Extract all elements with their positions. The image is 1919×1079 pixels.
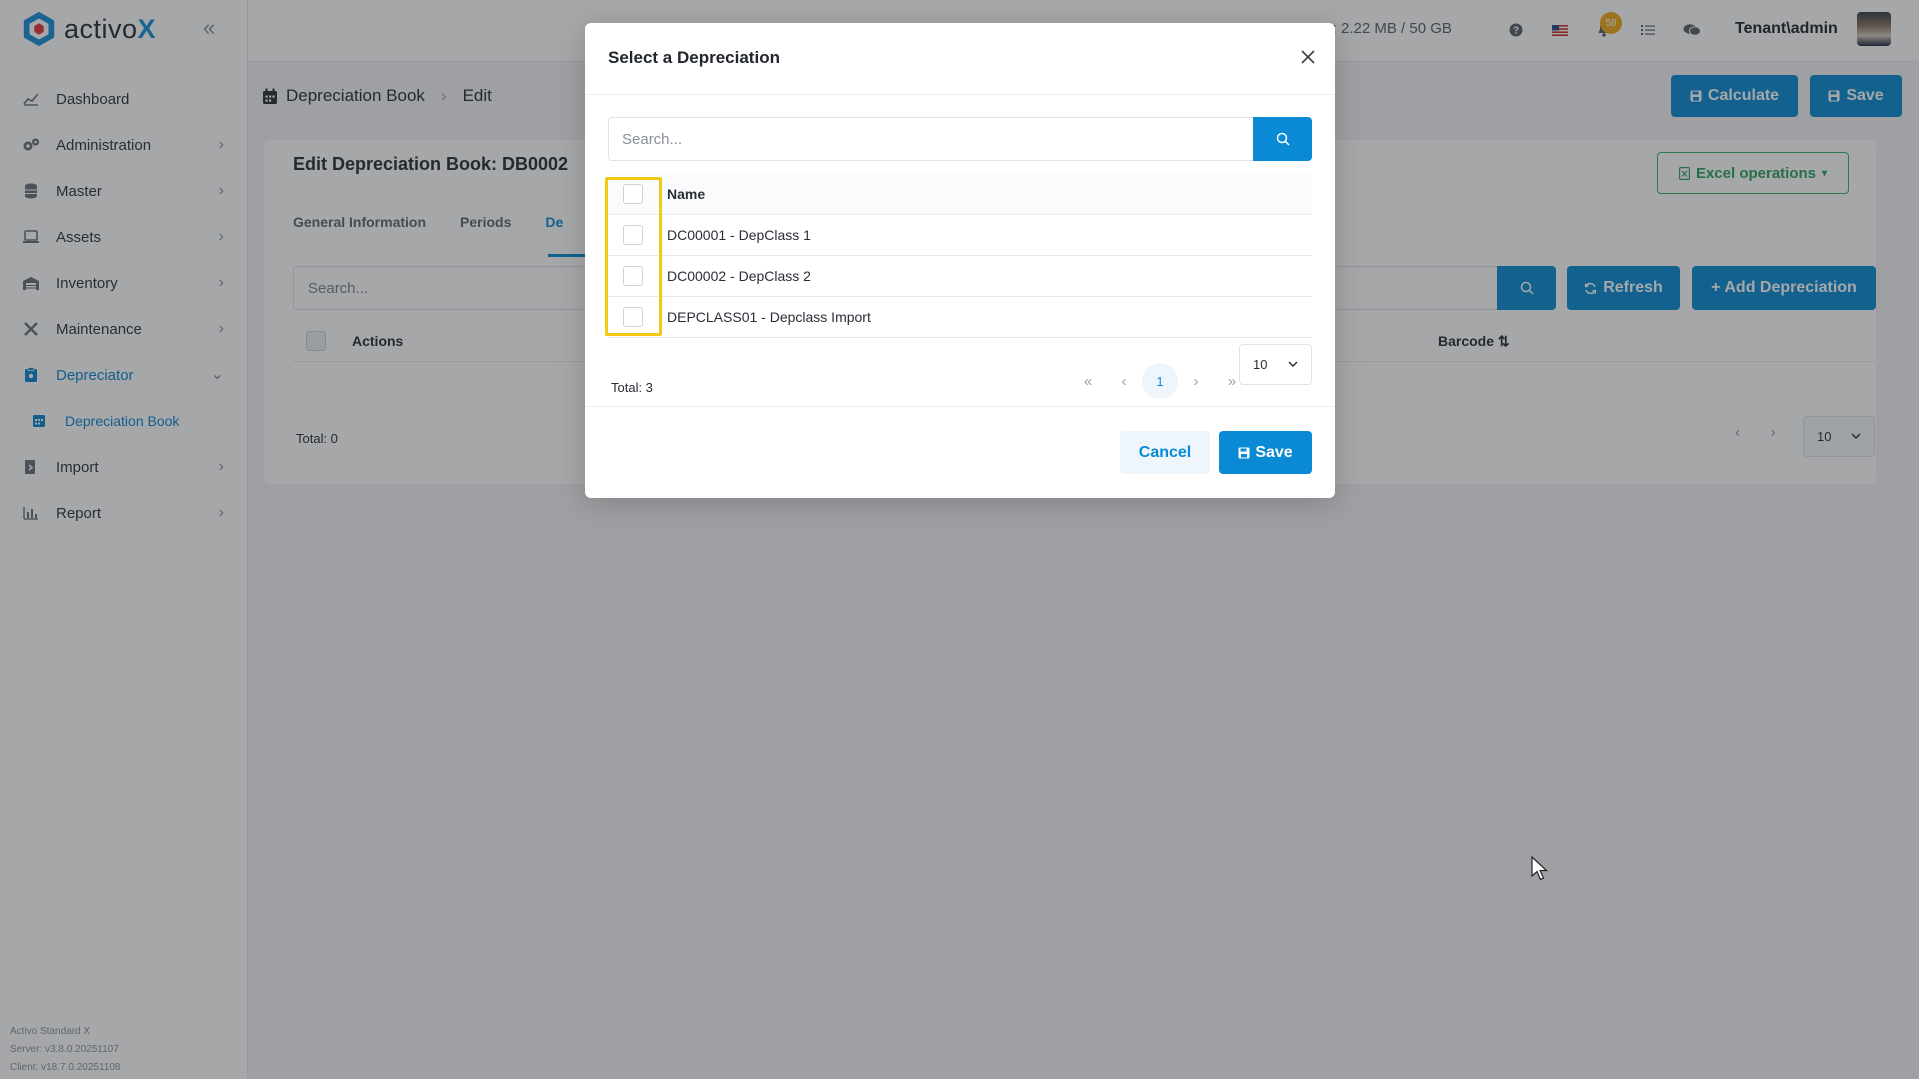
modal-pagination: « ‹ 1 › » <box>1070 363 1250 399</box>
depreciation-table: Name DC00001 - DepClass 1 DC00002 - DepC… <box>608 174 1312 338</box>
table-row[interactable]: DEPCLASS01 - Depclass Import <box>608 297 1312 338</box>
cancel-button[interactable]: Cancel <box>1120 431 1210 474</box>
modal-save-button[interactable]: Save <box>1219 431 1312 474</box>
modal-save-label: Save <box>1255 443 1293 461</box>
row-name: DEPCLASS01 - Depclass Import <box>667 309 871 325</box>
modal-title: Select a Depreciation <box>608 48 780 67</box>
table-row[interactable]: DC00002 - DepClass 2 <box>608 256 1312 297</box>
checkbox-column-highlight <box>605 177 662 336</box>
mouse-cursor-icon <box>1531 856 1549 881</box>
table-header-row: Name <box>608 174 1312 215</box>
row-name: DC00002 - DepClass 2 <box>667 268 811 284</box>
prev-page-icon[interactable]: ‹ <box>1106 363 1142 399</box>
page-size-value: 10 <box>1253 357 1268 372</box>
current-page[interactable]: 1 <box>1142 363 1178 399</box>
modal-total-count: Total: 3 <box>611 380 653 395</box>
modal-search-input[interactable]: Search... <box>608 117 1254 161</box>
select-depreciation-modal: Select a Depreciation Search... Name DC0… <box>585 23 1335 498</box>
modal-search-button[interactable] <box>1253 117 1312 161</box>
floppy-icon <box>1238 447 1250 458</box>
modal-header-divider <box>585 94 1335 95</box>
first-page-icon[interactable]: « <box>1070 363 1106 399</box>
close-icon[interactable] <box>1297 46 1319 68</box>
column-name: Name <box>667 186 706 202</box>
table-row[interactable]: DC00001 - DepClass 1 <box>608 215 1312 256</box>
modal-page-size-select[interactable]: 10 <box>1239 344 1312 385</box>
modal-footer-divider <box>585 406 1335 407</box>
row-name: DC00001 - DepClass 1 <box>667 227 811 243</box>
next-page-icon[interactable]: › <box>1178 363 1214 399</box>
search-icon <box>1276 132 1290 146</box>
chevron-down-icon <box>1288 361 1298 368</box>
